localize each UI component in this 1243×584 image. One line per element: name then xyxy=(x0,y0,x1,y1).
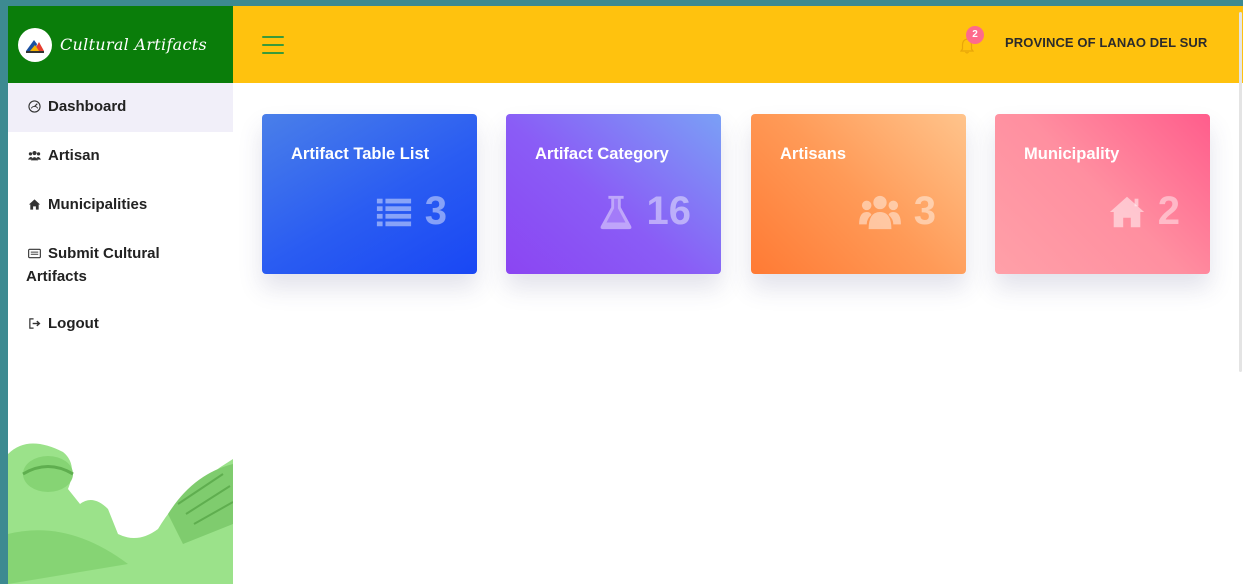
sidebar-item-submit-cultural-artifacts[interactable]: Submit Cultural Artifacts xyxy=(8,230,233,300)
notification-bell[interactable]: 2 xyxy=(957,26,984,56)
users-icon xyxy=(858,195,901,229)
sidebar-item-logout[interactable]: Logout xyxy=(8,300,233,349)
keyboard-icon xyxy=(26,242,42,265)
scrollbar-thumb[interactable] xyxy=(1239,12,1242,372)
hamburger-icon[interactable] xyxy=(262,36,284,54)
brand-bar[interactable]: Cultural Artifacts xyxy=(8,6,233,83)
card-title: Municipality xyxy=(1024,145,1120,163)
card-title: Artifact Table List xyxy=(291,145,430,163)
sign-out-icon xyxy=(26,312,42,335)
sidebar-item-dashboard[interactable]: Dashboard xyxy=(8,83,233,132)
sidebar-item-label: Logout xyxy=(48,315,99,332)
sidebar-item-label: Submit Cultural Artifacts xyxy=(26,245,160,285)
province-menu[interactable]: PROVINCE OF LANAO DEL SUR xyxy=(1005,35,1207,50)
home-icon xyxy=(1109,196,1144,227)
sidebar: Cultural Artifacts Dashboard Artisan Mun… xyxy=(8,6,233,584)
notification-count-badge: 2 xyxy=(966,26,984,44)
sidebar-item-label: Dashboard xyxy=(48,98,127,115)
app-window: Cultural Artifacts Dashboard Artisan Mun… xyxy=(8,6,1243,584)
brand-name: Cultural Artifacts xyxy=(60,35,208,54)
flask-icon xyxy=(600,195,631,229)
dashboard-icon xyxy=(26,95,42,118)
sidebar-nav: Dashboard Artisan Municipalities Submit … xyxy=(8,83,233,349)
card-title: Artifact Category xyxy=(535,145,669,163)
card-title: Artisans xyxy=(780,145,847,163)
top-navbar: 2 PROVINCE OF LANAO DEL SUR xyxy=(233,6,1243,83)
list-icon xyxy=(376,198,411,226)
municipality-card[interactable]: Municipality 2 xyxy=(995,114,1210,274)
card-value: 16 xyxy=(646,189,692,233)
sidebar-item-label: Artisan xyxy=(48,147,100,164)
artifact-category-card[interactable]: Artifact Category 16 xyxy=(506,114,721,274)
card-value: 3 xyxy=(424,189,447,233)
sidebar-item-label: Municipalities xyxy=(48,196,148,213)
sidebar-item-municipalities[interactable]: Municipalities xyxy=(8,181,233,230)
sidebar-artifact-illustration xyxy=(8,434,233,584)
sidebar-item-artisan[interactable]: Artisan xyxy=(8,132,233,181)
artisans-card[interactable]: Artisans 3 xyxy=(751,114,966,274)
artifact-table-list-card[interactable]: Artifact Table List 3 xyxy=(262,114,477,274)
card-value: 2 xyxy=(1157,189,1180,233)
home-icon xyxy=(26,193,42,216)
page-scrollbar[interactable] xyxy=(1237,6,1243,584)
users-icon xyxy=(26,144,42,167)
brand-logo-icon xyxy=(18,27,52,62)
card-value: 3 xyxy=(913,189,936,233)
